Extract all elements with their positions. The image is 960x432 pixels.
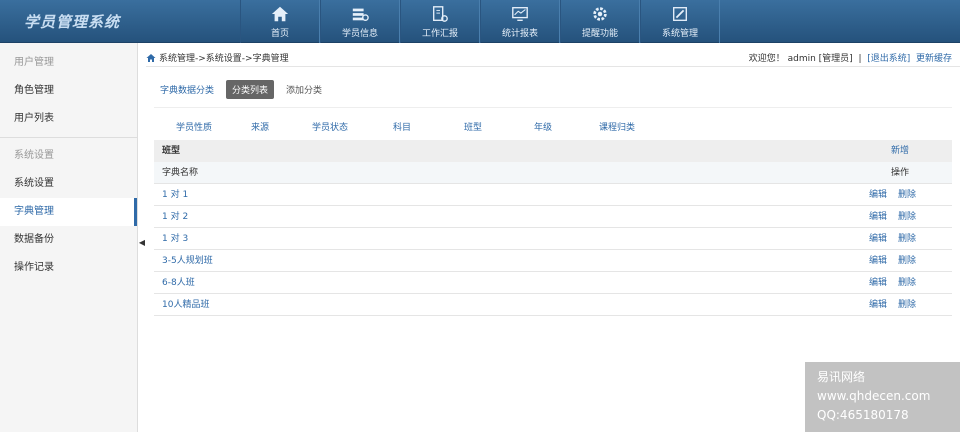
sidebar-item-settings[interactable]: 系统设置 [0,170,137,198]
nav-home[interactable]: 首页 [240,0,320,43]
category-subject[interactable]: 科目 [368,120,436,133]
userbar-separator: | [858,54,862,64]
add-button[interactable]: 新增 [891,140,909,162]
edit-button[interactable]: 编辑 [869,278,887,288]
table-row: 3-5人规划班 编辑 删除 [154,250,952,272]
category-course[interactable]: 课程归类 [576,120,658,133]
stats-icon [512,6,528,21]
edit-button[interactable]: 编辑 [869,190,887,200]
table-row: 1 对 3 编辑 删除 [154,228,952,250]
table-header: 字典名称 操作 [154,162,952,184]
category-class-type[interactable]: 班型 [436,120,510,133]
table-row: 1 对 2 编辑 删除 [154,206,952,228]
category-grade[interactable]: 年级 [510,120,576,133]
row-name[interactable]: 1 对 3 [162,228,188,249]
edit-button[interactable]: 编辑 [869,234,887,244]
row-name[interactable]: 6-8人班 [162,272,195,293]
table-row: 6-8人班 编辑 删除 [154,272,952,294]
row-name[interactable]: 3-5人规划班 [162,250,213,271]
home-icon [271,6,289,21]
gear-icon [593,6,607,21]
app-header: 学员管理系统 首页 学员信息 工作汇报 统计报表 提醒功能 系统管理 [0,0,960,43]
edit-button[interactable]: 编辑 [869,300,887,310]
nav-students[interactable]: 学员信息 [320,0,400,43]
tab-dictionary-category[interactable]: 字典数据分类 [160,83,214,96]
report-icon [433,5,448,22]
breadcrumb-text: 系统管理->系统设置->字典管理 [159,54,289,64]
home-icon [146,53,156,62]
table-title: 班型 [162,146,181,156]
students-icon [352,8,369,21]
nav-reminder[interactable]: 提醒功能 [560,0,640,43]
watermark-line1: 易讯网络 [817,370,866,384]
logout-link[interactable]: [退出系统] [867,54,910,64]
row-name[interactable]: 1 对 1 [162,184,188,205]
category-source[interactable]: 来源 [228,120,292,133]
sidebar-collapse-icon[interactable]: ◀ [138,232,146,252]
edit-button[interactable]: 编辑 [869,212,887,222]
table-title-bar: 班型 新增 [154,140,952,162]
sidebar-item-users[interactable]: 用户列表 [0,105,137,133]
content-topbar: 系统管理->系统设置->字典管理 欢迎您！ admin [管理员] | [退出系… [146,47,960,67]
sidebar-group-user: 用户管理 [14,57,54,68]
settings-icon [673,6,687,21]
watermark-line2: www.qhdecen.com [817,389,931,403]
refresh-cache-link[interactable]: 更新缓存 [916,54,952,64]
delete-button[interactable]: 删除 [898,300,916,310]
nav-report[interactable]: 工作汇报 [400,0,480,43]
edit-button[interactable]: 编辑 [869,256,887,266]
sidebar-item-dictionary[interactable]: 字典管理 [0,198,137,226]
sidebar-item-roles[interactable]: 角色管理 [0,77,137,105]
sidebar: 用户管理 角色管理 用户列表 系统设置 系统设置 字典管理 数据备份 操作记录 [0,43,138,432]
app-brand: 学员管理系统 [24,13,121,31]
col-op-header: 操作 [890,168,909,178]
nav-system[interactable]: 系统管理 [640,0,720,43]
delete-button[interactable]: 删除 [898,234,916,244]
col-name-header: 字典名称 [162,168,199,178]
dictionary-table: 班型 新增 字典名称 操作 1 对 1 编辑 删除 1 对 2 编辑 删除 1 对 … [154,140,952,316]
tab-add-category[interactable]: 添加分类 [286,83,322,96]
row-name[interactable]: 10人精品班 [162,294,209,315]
sidebar-group-system: 系统设置 [14,150,54,161]
category-tabs: 学员性质 来源 学员状态 科目 班型 年级 课程归类 [160,120,658,133]
table-row: 10人精品班 编辑 删除 [154,294,952,316]
tab-category-list[interactable]: 分类列表 [226,80,275,99]
breadcrumb: 系统管理->系统设置->字典管理 [146,51,289,64]
nav-stats[interactable]: 统计报表 [480,0,560,43]
watermark: 易讯网络 www.qhdecen.com QQ:465180178 [805,362,960,432]
delete-button[interactable]: 删除 [898,190,916,200]
category-status[interactable]: 学员状态 [292,120,368,133]
divider [154,107,952,108]
tab-row: 字典数据分类 分类列表 添加分类 [160,80,322,99]
watermark-line3: QQ:465180178 [817,408,909,422]
table-row: 1 对 1 编辑 删除 [154,184,952,206]
top-nav: 首页 学员信息 工作汇报 统计报表 提醒功能 系统管理 [240,0,720,43]
category-nature[interactable]: 学员性质 [160,120,228,133]
row-name[interactable]: 1 对 2 [162,206,188,227]
user-bar: 欢迎您！ admin [管理员] | [退出系统] 更新缓存 [749,51,952,64]
sidebar-item-logs[interactable]: 操作记录 [0,254,137,282]
sidebar-divider [0,137,137,138]
delete-button[interactable]: 删除 [898,256,916,266]
delete-button[interactable]: 删除 [898,278,916,288]
delete-button[interactable]: 删除 [898,212,916,222]
sidebar-item-backup[interactable]: 数据备份 [0,226,137,254]
welcome-text: 欢迎您！ admin [管理员] [748,54,853,64]
